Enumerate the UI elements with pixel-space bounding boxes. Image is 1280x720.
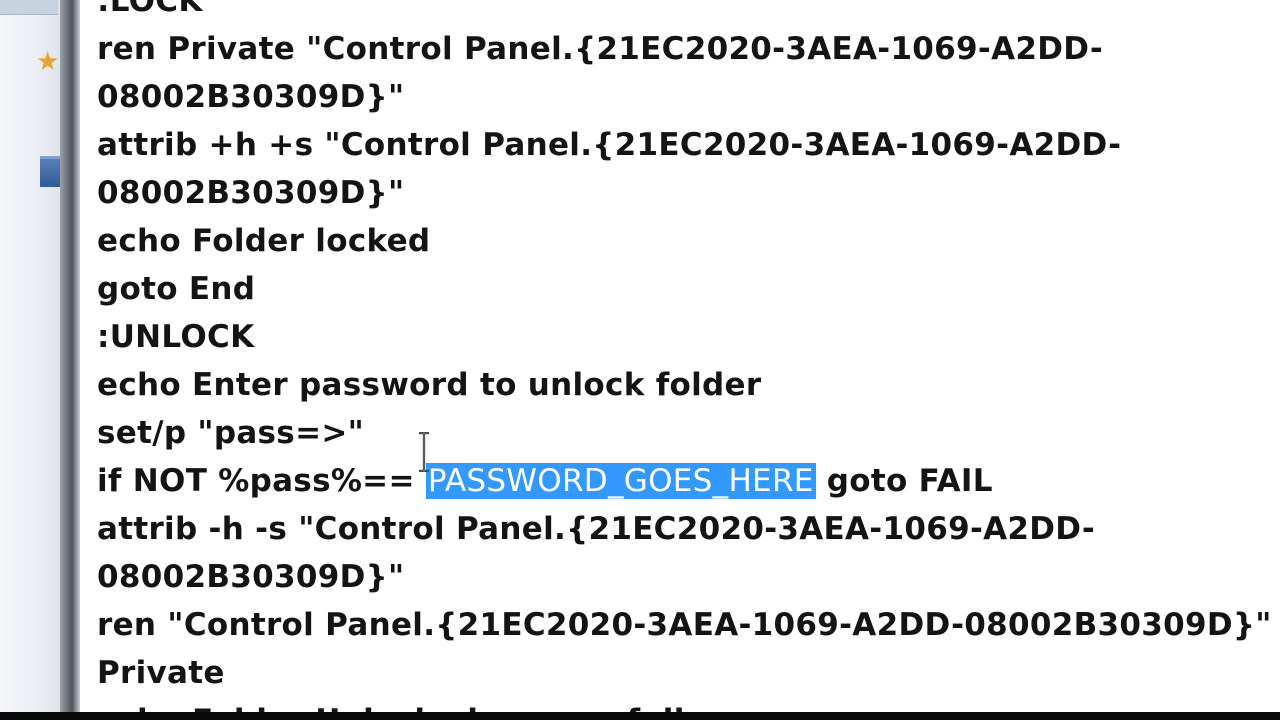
selected-password-placeholder[interactable]: PASSWORD_GOES_HERE [425, 463, 816, 499]
code-line[interactable]: Private [97, 649, 1272, 697]
text-editor[interactable]: :LOCK ren Private "Control Panel.{21EC202… [80, 0, 1280, 712]
star-icon[interactable]: ★ [36, 50, 60, 74]
desktop-background: ★ [0, 0, 60, 720]
code-line[interactable]: 08002B30309D}" [97, 73, 1272, 121]
code-text-area[interactable]: :LOCK ren Private "Control Panel.{21EC202… [97, 0, 1272, 712]
background-window-titlebar [0, 0, 58, 15]
code-line[interactable]: set/p "pass=>" [97, 409, 1272, 457]
editor-window-border [60, 0, 80, 720]
code-line[interactable]: ren "Control Panel.{21EC2020-3AEA-1069-A… [97, 601, 1272, 649]
code-line[interactable]: 08002B30309D}" [97, 169, 1272, 217]
ibeam-cursor-icon [419, 432, 429, 472]
blue-tab-icon[interactable] [40, 156, 60, 187]
code-text: goto FAIL [815, 463, 993, 499]
code-line[interactable]: echo Folder locked [97, 217, 1272, 265]
code-text: if NOT %pass%== [97, 463, 426, 499]
screen-bottom-edge [0, 712, 1280, 720]
code-line[interactable]: echo Enter password to unlock folder [97, 361, 1272, 409]
code-line[interactable]: :LOCK [97, 0, 1272, 25]
code-line[interactable]: echo Folder Unlocked successfully [97, 697, 1272, 712]
code-line[interactable]: ren Private "Control Panel.{21EC2020-3AE… [97, 25, 1272, 73]
code-line[interactable]: 08002B30309D}" [97, 553, 1272, 601]
code-line-password-check[interactable]: if NOT %pass%== PASSWORD_GOES_HERE goto … [97, 457, 1272, 505]
code-line[interactable]: attrib +h +s "Control Panel.{21EC2020-3A… [97, 121, 1272, 169]
code-line[interactable]: attrib -h -s "Control Panel.{21EC2020-3A… [97, 505, 1272, 553]
code-line[interactable]: :UNLOCK [97, 313, 1272, 361]
code-line[interactable]: goto End [97, 265, 1272, 313]
screen: ★ :LOCK ren Private "Control Panel.{21EC2… [0, 0, 1280, 720]
